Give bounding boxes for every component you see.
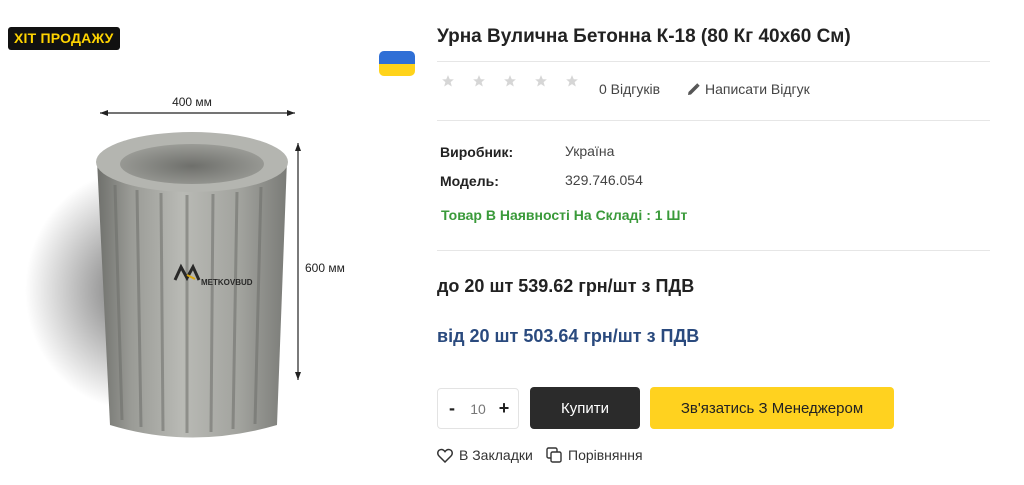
quantity-stepper[interactable]: - + [437, 388, 519, 429]
write-review-label: Написати Відгук [705, 81, 810, 97]
price-tier-1: до 20 шт 539.62 грн/шт з ПДВ [437, 276, 695, 296]
height-label: 600 мм [305, 261, 345, 275]
heart-icon [437, 448, 453, 463]
manufacturer-value: Україна [565, 143, 615, 159]
contact-manager-label: Зв'язатись З Менеджером [680, 399, 864, 417]
quantity-input[interactable] [463, 400, 493, 417]
star-icon[interactable] [534, 74, 548, 88]
pencil-icon [688, 82, 700, 95]
divider [437, 120, 990, 121]
hit-badge: ХІТ ПРОДАЖУ [8, 27, 120, 50]
compare-link[interactable]: Порівняння [546, 447, 643, 463]
star-icon[interactable] [472, 74, 486, 88]
stock-status: Товар В Наявності На Складі : 1 Шт [441, 207, 688, 223]
ukraine-flag-icon [379, 51, 415, 76]
rating-stars[interactable] [441, 74, 596, 88]
write-review-link[interactable]: Написати Відгук [687, 81, 810, 97]
divider [437, 61, 990, 62]
divider [437, 250, 990, 251]
star-icon[interactable] [565, 74, 579, 88]
width-label: 400 мм [172, 95, 212, 109]
model-label: Модель: [440, 173, 499, 189]
product-title: Урна Вулична Бетонна К-18 (80 Кг 40х60 С… [437, 26, 851, 47]
urn-opening [120, 144, 264, 184]
add-to-wishlist-link[interactable]: В Закладки [437, 447, 533, 463]
compare-icon [546, 447, 562, 463]
quantity-decrease-button[interactable]: - [444, 398, 460, 419]
contact-manager-button[interactable]: Зв'язатись З Менеджером [650, 387, 894, 429]
star-icon[interactable] [503, 74, 517, 88]
star-icon[interactable] [441, 74, 455, 88]
reviews-count-link[interactable]: 0 Відгуків [599, 81, 660, 97]
quantity-increase-button[interactable]: + [496, 398, 512, 419]
buy-button[interactable]: Купити [530, 387, 640, 429]
buy-button-label: Купити [561, 399, 609, 417]
compare-label: Порівняння [568, 447, 643, 463]
manufacturer-label: Виробник: [440, 144, 514, 160]
hit-badge-label: ХІТ ПРОДАЖУ [14, 30, 114, 46]
watermark-label: METKOVBUD [201, 278, 253, 287]
product-image[interactable]: 400 мм 600 мм METKOVBUD [15, 75, 395, 475]
price-tier-2: від 20 шт 503.64 грн/шт з ПДВ [437, 326, 700, 346]
wishlist-label: В Закладки [459, 447, 533, 463]
model-value: 329.746.054 [565, 172, 643, 188]
